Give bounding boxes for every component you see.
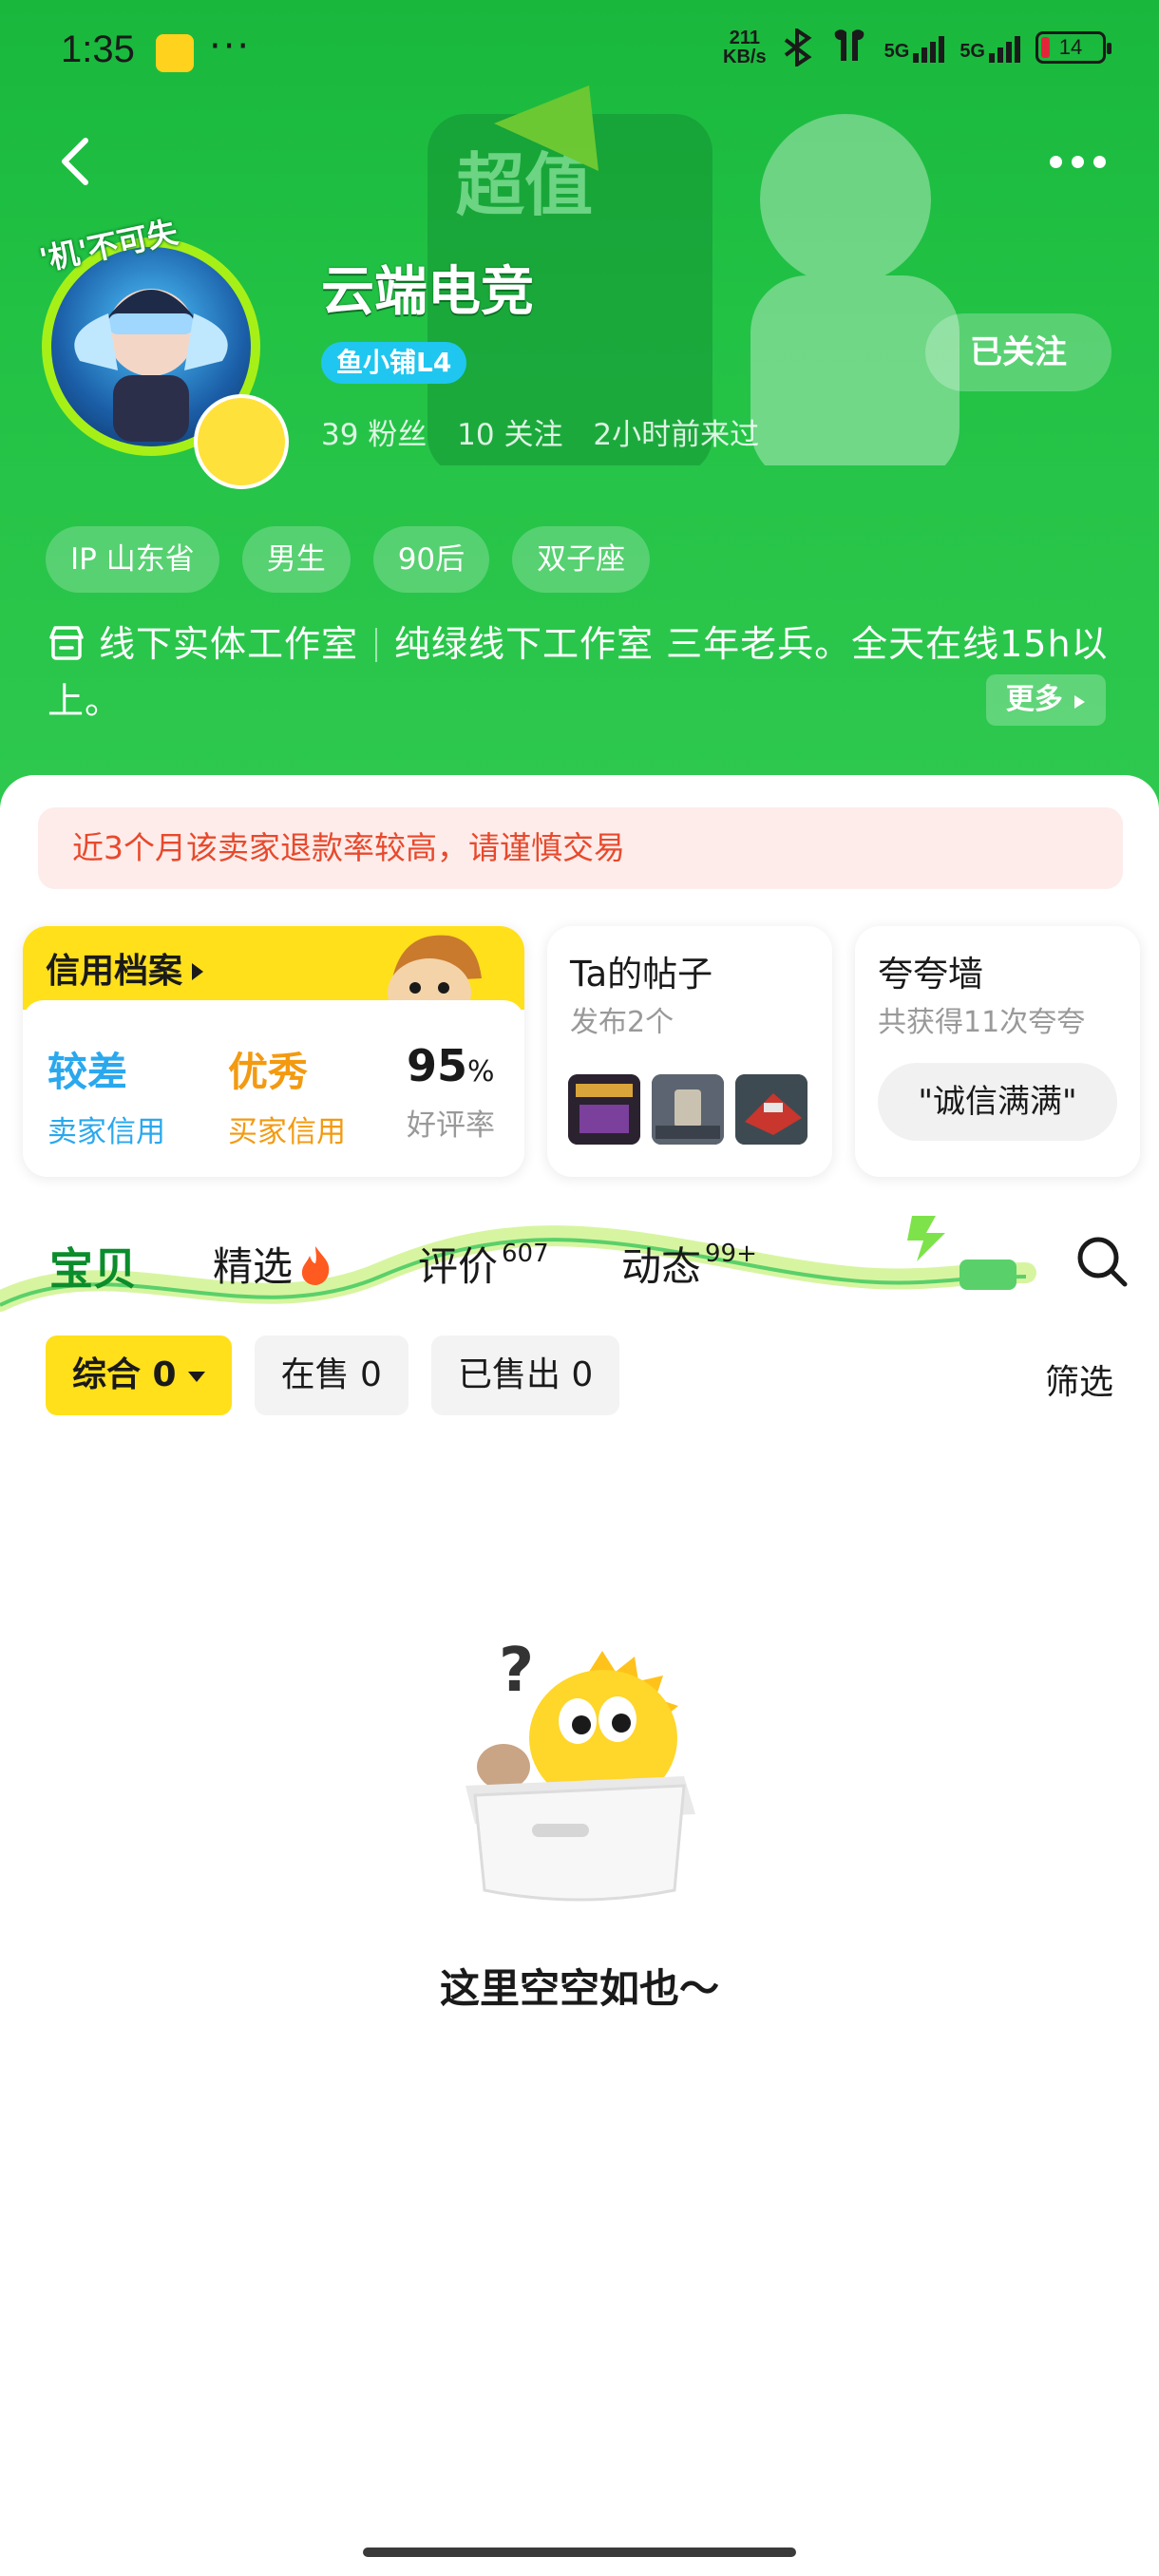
last-seen: 2小时前来过 bbox=[593, 418, 760, 452]
profile-tags: IP 山东省 男生 90后 双子座 bbox=[46, 526, 651, 593]
sort-dropdown[interactable]: 综合 0 bbox=[46, 1335, 232, 1415]
status-time: 1:35 bbox=[61, 28, 135, 70]
back-arrow-icon[interactable] bbox=[48, 133, 104, 190]
shop-description: 线下实体工作室 纯绿线下工作室 三年老兵。全天在线15h以上。 bbox=[48, 616, 1121, 729]
filter-button[interactable]: 筛选 bbox=[1045, 1354, 1113, 1404]
posts-title: Ta的帖子 bbox=[570, 954, 713, 994]
post-thumbnails bbox=[568, 1074, 808, 1145]
on-sale-chip[interactable]: 在售 0 bbox=[254, 1335, 408, 1415]
store-icon bbox=[49, 626, 84, 660]
seller-credit-label: 卖家信用 bbox=[48, 1115, 165, 1149]
more-options-icon[interactable] bbox=[1039, 142, 1115, 180]
sold-chip[interactable]: 已售出 0 bbox=[430, 1335, 620, 1415]
positive-rating-value: 95 bbox=[407, 1040, 468, 1091]
credit-record-card[interactable]: 信用档案 较差 卖家信用 优秀 买家信用 95% 好评率 bbox=[23, 926, 524, 1177]
signal-bars-1-icon bbox=[913, 32, 945, 63]
seller-credit-value: 较差 bbox=[48, 1049, 128, 1095]
shop-name: 云端电竞 bbox=[321, 261, 534, 323]
tag-age: 90后 bbox=[372, 526, 490, 593]
posts-card[interactable]: Ta的帖子 发布2个 bbox=[547, 926, 832, 1177]
profile-header: 超值 1:35 ··· 211 KB/s 5G 5G 14 '机'不可失 云端电… bbox=[0, 0, 1159, 817]
posts-subtitle: 发布2个 bbox=[570, 1006, 674, 1039]
tab-featured[interactable]: 精选 bbox=[213, 1235, 334, 1293]
following-count[interactable]: 10 关注 bbox=[457, 418, 562, 452]
more-description-button[interactable]: 更多 bbox=[986, 674, 1106, 726]
shop-avatar[interactable]: '机'不可失 bbox=[36, 214, 289, 489]
caret-right-icon bbox=[192, 963, 204, 980]
svg-text:?: ? bbox=[499, 1636, 534, 1706]
bluetooth-icon bbox=[784, 28, 812, 66]
tab-reviews[interactable]: 评价 607 bbox=[418, 1235, 549, 1293]
notification-app-icon bbox=[156, 34, 194, 72]
earbuds-icon bbox=[834, 29, 864, 61]
tag-zodiac: 双子座 bbox=[512, 526, 651, 593]
profile-stats: 39 粉丝 10 关注 2小时前来过 bbox=[321, 410, 780, 453]
buyer-credit-label: 买家信用 bbox=[228, 1115, 346, 1149]
home-indicator[interactable] bbox=[363, 2548, 796, 2557]
fans-count[interactable]: 39 粉丝 bbox=[321, 418, 427, 452]
network-speed: 211 KB/s bbox=[723, 28, 767, 67]
praise-wall-title: 夸夸墙 bbox=[878, 954, 983, 994]
signal-bars-2-icon bbox=[989, 32, 1020, 63]
mascot-icon bbox=[194, 394, 289, 489]
battery-icon: 14 bbox=[1036, 31, 1112, 64]
battery-level: 14 bbox=[1058, 35, 1083, 59]
search-icon[interactable] bbox=[1074, 1233, 1130, 1290]
positive-rating-unit: % bbox=[467, 1055, 495, 1089]
description-part-1: 线下实体工作室 bbox=[99, 623, 359, 665]
reviews-count: 607 bbox=[502, 1240, 549, 1268]
credit-title: 信用档案 bbox=[46, 943, 204, 993]
shop-level-badge[interactable]: 鱼小铺L4 bbox=[321, 342, 467, 384]
tag-ip: IP 山东省 bbox=[46, 526, 219, 593]
positive-rating-label: 好评率 bbox=[407, 1108, 495, 1143]
caret-right-icon bbox=[1074, 695, 1086, 709]
praise-wall-card[interactable]: 夸夸墙 共获得11次夸夸 "诚信满满" bbox=[855, 926, 1140, 1177]
praise-tag[interactable]: "诚信满满" bbox=[878, 1063, 1117, 1141]
description-divider bbox=[375, 628, 378, 662]
tag-gender: 男生 bbox=[241, 526, 351, 593]
more-notifications-icon: ··· bbox=[209, 25, 252, 68]
tab-items[interactable]: 宝贝 bbox=[46, 1235, 144, 1299]
signal-2: 5G bbox=[960, 32, 1020, 63]
post-thumbnail[interactable] bbox=[568, 1074, 640, 1145]
seller-credit: 较差 卖家信用 bbox=[48, 1040, 165, 1150]
signal-1: 5G bbox=[884, 32, 945, 63]
post-thumbnail[interactable] bbox=[735, 1074, 808, 1145]
empty-state-text: 这里空空如也～ bbox=[439, 1965, 719, 2012]
buyer-credit: 优秀 买家信用 bbox=[228, 1040, 346, 1150]
praise-wall-subtitle: 共获得11次夸夸 bbox=[878, 1006, 1086, 1039]
tab-bar: 宝贝 精选 评价 607 动态 99+ bbox=[0, 1206, 1159, 1330]
buyer-credit-value: 优秀 bbox=[228, 1049, 309, 1095]
positive-rating: 95% 好评率 bbox=[407, 1040, 495, 1144]
post-thumbnail[interactable] bbox=[652, 1074, 724, 1145]
follow-button[interactable]: 已关注 bbox=[925, 313, 1112, 391]
empty-box-illustration: ? bbox=[466, 1636, 695, 1902]
refund-warning-banner: 近3个月该卖家退款率较高，请谨慎交易 bbox=[38, 807, 1123, 889]
fire-icon bbox=[301, 1246, 330, 1285]
status-right: 211 KB/s 5G 5G 14 bbox=[723, 28, 1112, 67]
tab-activity[interactable]: 动态 99+ bbox=[621, 1235, 757, 1293]
activity-count: 99+ bbox=[705, 1240, 757, 1268]
filter-chips: 综合 0 在售 0 已售出 0 bbox=[46, 1335, 620, 1415]
chevron-down-icon bbox=[187, 1372, 205, 1382]
network-type-1: 5G bbox=[884, 41, 910, 62]
status-bar: 1:35 ··· 211 KB/s 5G 5G 14 bbox=[0, 0, 1159, 104]
network-type-2: 5G bbox=[960, 41, 985, 62]
